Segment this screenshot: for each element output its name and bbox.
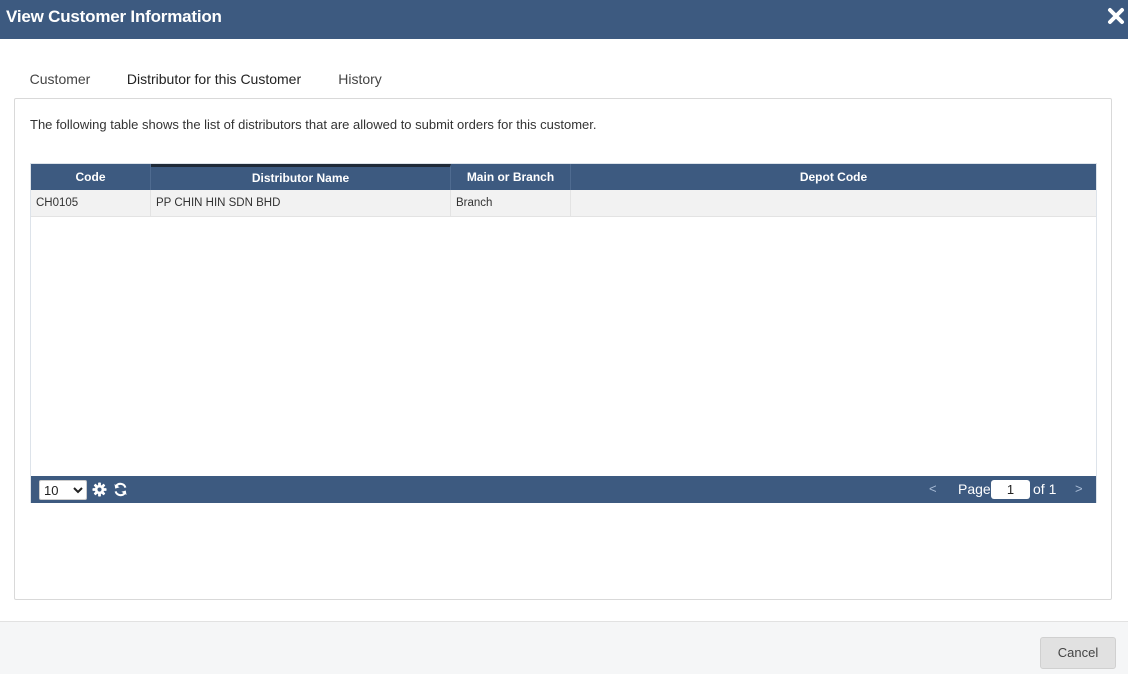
table-header: Code Distributor Name Main or Branch Dep… xyxy=(31,164,1096,190)
page-total-label: of 1 xyxy=(1033,481,1057,497)
column-header-distributor-name[interactable]: Distributor Name xyxy=(151,164,451,190)
close-icon[interactable] xyxy=(1106,6,1126,26)
page-size-select[interactable]: 10 xyxy=(39,480,87,500)
page-number-input[interactable] xyxy=(991,480,1030,499)
tab-history[interactable]: History xyxy=(321,62,399,100)
prev-page-button[interactable]: < xyxy=(929,481,937,496)
page-label: Page xyxy=(958,481,991,497)
distributor-table: Code Distributor Name Main or Branch Dep… xyxy=(30,163,1097,503)
dialog-footer: Cancel xyxy=(0,621,1128,674)
column-header-code[interactable]: Code xyxy=(31,164,151,190)
table-pager: 10 < Page of 1 > xyxy=(31,476,1096,503)
cell-depot-code xyxy=(571,190,1096,217)
cell-distributor-name: PP CHIN HIN SDN BHD xyxy=(151,190,451,217)
column-header-main-or-branch[interactable]: Main or Branch xyxy=(451,164,571,190)
tab-distributor[interactable]: Distributor for this Customer xyxy=(107,62,321,100)
cancel-button[interactable]: Cancel xyxy=(1040,637,1116,669)
table-row[interactable]: CH0105 PP CHIN HIN SDN BHD Branch xyxy=(31,190,1096,217)
cell-main-or-branch: Branch xyxy=(451,190,571,217)
gear-icon[interactable] xyxy=(92,482,107,497)
next-page-button[interactable]: > xyxy=(1075,481,1083,496)
dialog-titlebar: View Customer Information xyxy=(0,0,1128,39)
tab-panel: The following table shows the list of di… xyxy=(14,98,1112,600)
column-header-depot-code[interactable]: Depot Code xyxy=(571,164,1096,190)
cell-code: CH0105 xyxy=(31,190,151,217)
dialog-title: View Customer Information xyxy=(6,7,222,26)
refresh-icon[interactable] xyxy=(113,482,128,497)
panel-description: The following table shows the list of di… xyxy=(30,117,597,132)
tab-customer[interactable]: Customer xyxy=(14,62,106,100)
